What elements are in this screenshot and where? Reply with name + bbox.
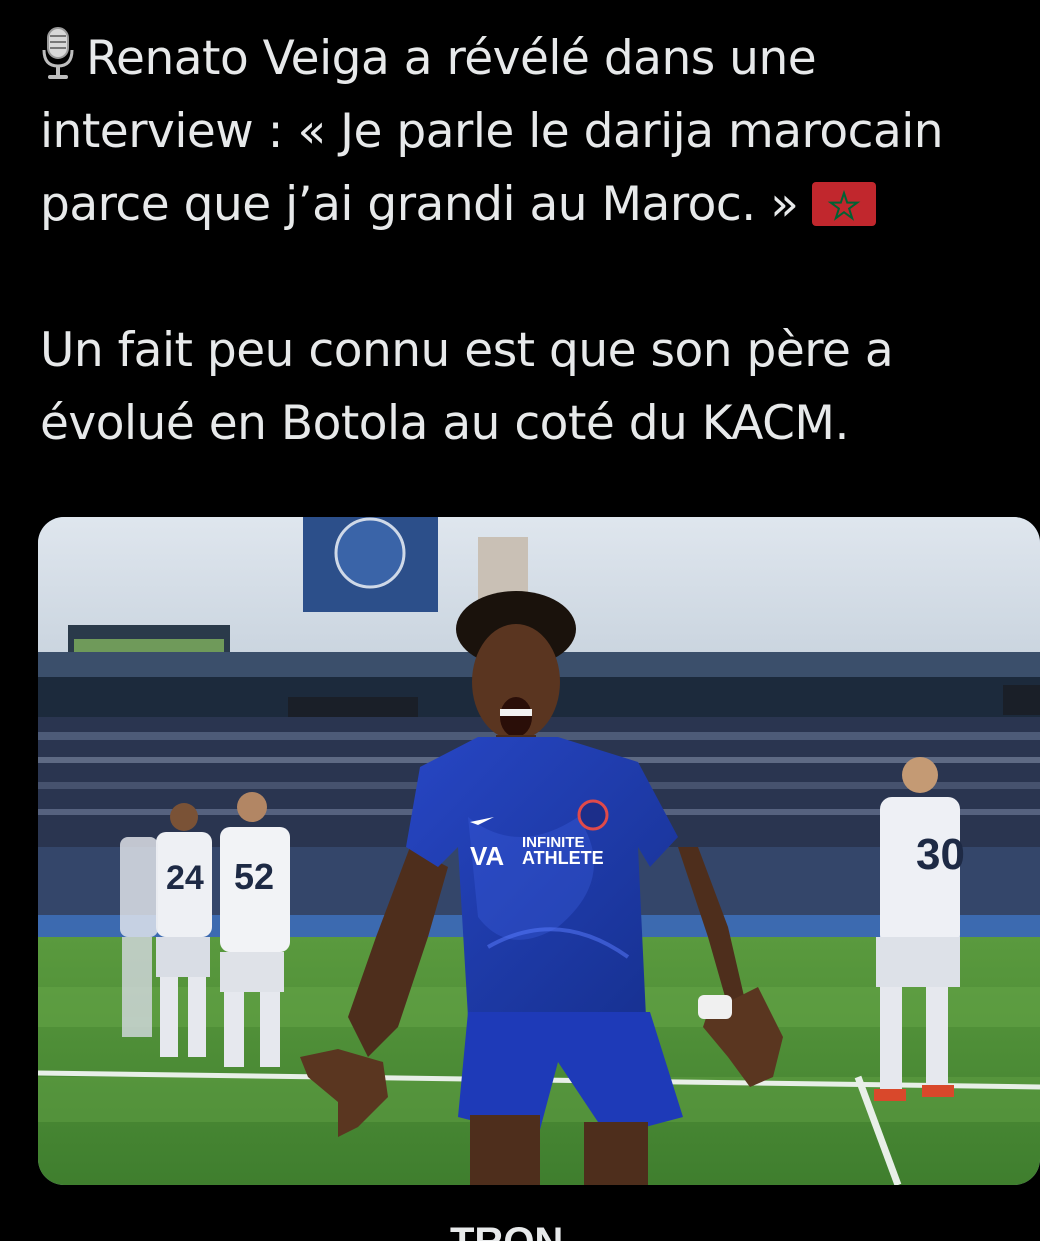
post-line-5: évolué en Botola au coté du KACM.: [40, 396, 849, 451]
microphone-icon: [42, 27, 74, 79]
post-line-2: interview : « Je parle le darija marocai…: [40, 104, 944, 159]
sponsor-text-bottom: ATHLETE: [522, 848, 604, 868]
celebration-photo: 24 52 30 VA INFINITE ATHLETE: [38, 517, 1040, 1185]
post-photo[interactable]: 24 52 30 VA INFINITE ATHLETE: [38, 517, 1040, 1185]
post-line-3-text: parce que j’ai grandi au Maroc. »: [40, 177, 799, 232]
shirt-number-52: 52: [234, 856, 274, 897]
shirt-number-24: 24: [166, 859, 204, 897]
post-text: Renato Veiga a révélé dans une interview…: [40, 22, 1040, 460]
post-line-3: parce que j’ai grandi au Maroc. »: [40, 168, 1040, 241]
footer-partial-text: TRON: [450, 1226, 590, 1241]
svg-text:VA: VA: [470, 841, 504, 871]
post-line-1-text: Renato Veiga a révélé dans une: [86, 31, 817, 86]
shirt-number-30: 30: [916, 830, 965, 879]
post-line-1: Renato Veiga a révélé dans une: [40, 22, 1040, 95]
next-post-title-partial: TRON: [450, 1226, 590, 1241]
morocco-flag-icon: [812, 182, 877, 226]
post-line-4: Un fait peu connu est que son père a: [40, 323, 894, 378]
